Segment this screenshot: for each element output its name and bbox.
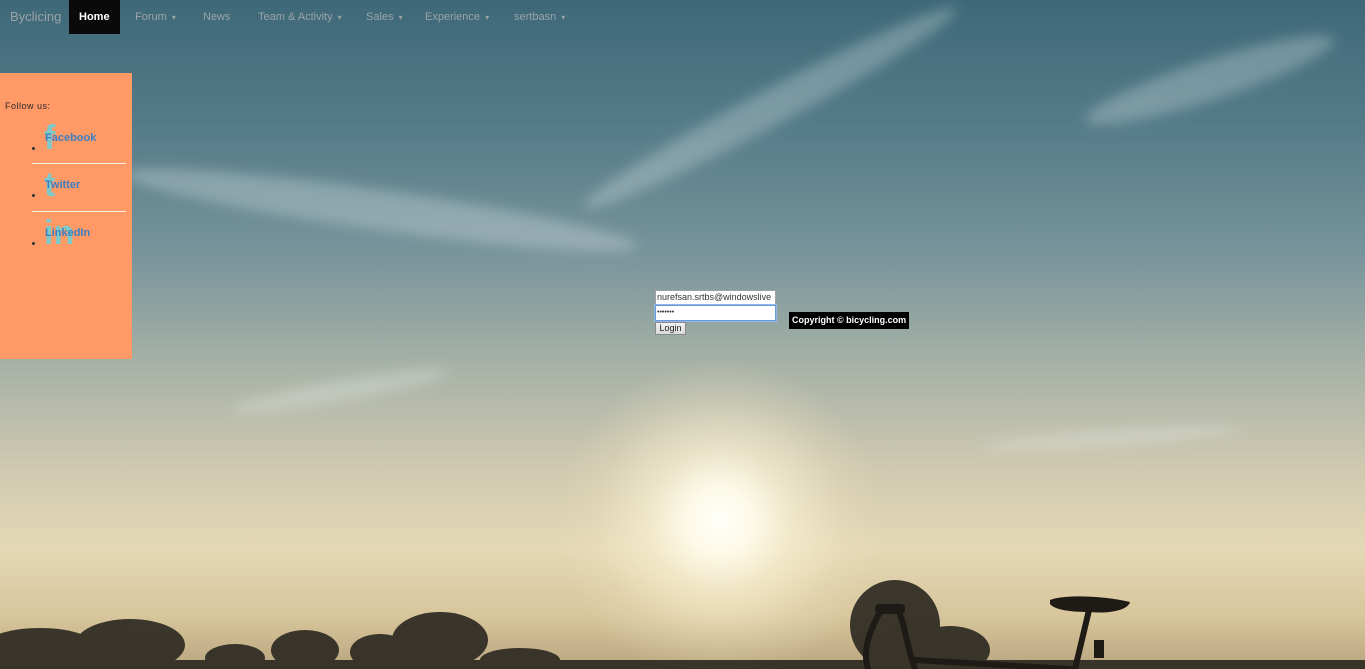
linkedin-link[interactable]: LinkedIn bbox=[45, 227, 90, 239]
facebook-link[interactable]: Facebook bbox=[45, 132, 96, 144]
nav-home-label: Home bbox=[79, 11, 110, 23]
nav-home[interactable]: Home bbox=[69, 0, 120, 34]
nav-user-label: sertbasn bbox=[514, 11, 557, 23]
copyright-badge: Copyright © bicycling.com bbox=[789, 312, 910, 329]
nav-forum[interactable]: Forum ▾ bbox=[135, 0, 176, 34]
nav-experience[interactable]: Experience ▾ bbox=[425, 0, 489, 34]
nav-experience-label: Experience bbox=[425, 11, 481, 23]
password-field[interactable]: ••••••• bbox=[654, 304, 777, 322]
chevron-down-icon: ▾ bbox=[561, 13, 566, 22]
brand-link[interactable]: Byclicing bbox=[10, 9, 61, 24]
follow-us-heading: Follow us: bbox=[5, 101, 51, 111]
chevron-down-icon: ▾ bbox=[485, 13, 490, 22]
top-navbar: Byclicing Home Forum ▾ News Team & Activ… bbox=[0, 0, 1365, 34]
nav-sales-label: Sales bbox=[366, 11, 394, 23]
login-button[interactable]: Login bbox=[655, 322, 686, 335]
email-field[interactable]: nurefsan.srtbs@windowslive bbox=[655, 290, 776, 305]
list-bullet bbox=[32, 242, 35, 245]
list-bullet bbox=[32, 147, 35, 150]
chevron-down-icon: ▾ bbox=[398, 13, 403, 22]
chevron-down-icon: ▾ bbox=[337, 13, 342, 22]
social-sidebar: Follow us: f Facebook t Twitter in Linke… bbox=[0, 73, 132, 359]
social-item-linkedin[interactable]: in LinkedIn bbox=[32, 216, 126, 260]
nav-sales[interactable]: Sales ▾ bbox=[366, 0, 403, 34]
social-item-twitter[interactable]: t Twitter bbox=[32, 168, 126, 212]
nav-news-label: News bbox=[203, 11, 231, 23]
social-item-facebook[interactable]: f Facebook bbox=[32, 121, 126, 165]
list-bullet bbox=[32, 194, 35, 197]
twitter-link[interactable]: Twitter bbox=[45, 179, 80, 191]
nav-user-menu[interactable]: sertbasn ▾ bbox=[514, 0, 565, 34]
divider bbox=[32, 211, 126, 212]
nav-team-activity[interactable]: Team & Activity ▾ bbox=[258, 0, 342, 34]
nav-forum-label: Forum bbox=[135, 11, 167, 23]
divider bbox=[32, 163, 126, 164]
chevron-down-icon: ▾ bbox=[171, 13, 176, 22]
nav-team-activity-label: Team & Activity bbox=[258, 11, 333, 23]
page: Byclicing Home Forum ▾ News Team & Activ… bbox=[0, 0, 1365, 669]
nav-news[interactable]: News bbox=[203, 0, 231, 34]
